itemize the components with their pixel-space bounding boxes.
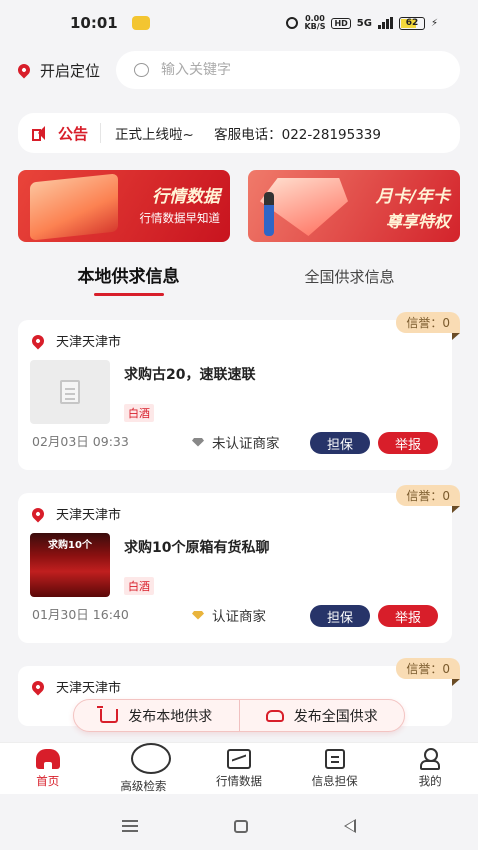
nav-label: 行情数据	[215, 773, 262, 788]
listing-city: 天津天津市	[29, 677, 122, 696]
publish-national-label: 发布全国供求	[293, 708, 378, 725]
announcement-label: 公告	[32, 123, 102, 143]
merchant-label: 未认证商家	[212, 436, 280, 452]
back-triangle-icon[interactable]	[344, 819, 356, 833]
search-icon	[131, 743, 172, 774]
publish-national-button[interactable]: 发布全国供求	[238, 700, 405, 731]
diamond-icon	[192, 437, 204, 447]
thumbnail-caption: 求购10个	[48, 540, 92, 551]
location-pin-icon	[15, 61, 33, 79]
status-icons: 0.00 KB/S HD 5G 62 ⚡	[286, 15, 438, 31]
charging-icon: ⚡	[430, 17, 438, 29]
location-pin-icon	[29, 332, 47, 349]
banner-subtitle: 行情数据早知道	[139, 211, 221, 225]
category-tag: 白酒	[124, 577, 154, 595]
network-type: 5G	[356, 17, 372, 29]
listing-date: 01月30日 16:40	[32, 607, 129, 622]
city-name: 天津天津市	[56, 335, 122, 350]
notification-emoji-icon	[131, 16, 150, 30]
bottom-navigation: 首页 高级检索 行情数据 信息担保 我的	[0, 742, 478, 794]
chart-icon	[226, 748, 251, 769]
nav-advanced-search[interactable]: 高级检索	[96, 743, 192, 794]
listing-card[interactable]: 信誉：0 天津天津市 求购古20，速联速联 白酒 02月03日 09:33 未认…	[18, 312, 460, 470]
tab-local[interactable]: 本地供求信息	[18, 262, 239, 298]
speed-unit: KB/S	[304, 22, 326, 31]
guarantee-button[interactable]: 担保	[310, 605, 370, 627]
nav-market-data[interactable]: 行情数据	[191, 743, 287, 794]
listing-thumbnail-placeholder[interactable]	[30, 360, 110, 424]
tab-national[interactable]: 全国供求信息	[239, 262, 460, 298]
home-icon	[35, 748, 60, 769]
person-illustration	[264, 192, 274, 236]
report-button[interactable]: 举报	[378, 432, 438, 454]
header: 开启定位	[15, 50, 460, 90]
publish-local-label: 发布本地供求	[128, 708, 213, 725]
nav-label: 高级检索	[120, 779, 167, 793]
service-phone-label: 客服电话：	[214, 127, 282, 143]
report-button[interactable]: 举报	[378, 605, 438, 627]
service-phone: 022-28195339	[281, 127, 381, 143]
home-square-icon[interactable]	[234, 819, 248, 833]
user-icon	[419, 748, 441, 770]
listing-city: 天津天津市	[29, 331, 122, 350]
cart-icon	[97, 705, 119, 723]
document-placeholder-icon	[60, 380, 80, 404]
document-icon	[324, 748, 345, 769]
gold-diamond-icon	[192, 610, 204, 620]
banner-title: 月卡/年卡	[375, 187, 450, 207]
recent-apps-icon[interactable]	[122, 820, 138, 832]
nav-info-guarantee[interactable]: 信息担保	[287, 743, 383, 794]
hd-badge: HD	[331, 17, 351, 29]
listing-city: 天津天津市	[29, 504, 122, 523]
banner-subtitle: 尊享特权	[385, 212, 450, 231]
location-pin-icon	[29, 678, 47, 695]
announcement-message: 正式上线啦~	[115, 127, 194, 143]
banner-title: 行情数据	[152, 187, 220, 207]
merchant-label: 认证商家	[212, 609, 266, 625]
alarm-icon	[286, 17, 299, 29]
status-bar: 10:01 0.00 KB/S HD 5G 62 ⚡	[0, 0, 478, 46]
location-label: 开启定位	[40, 61, 101, 80]
guarantee-button[interactable]: 担保	[310, 432, 370, 454]
chat-bubble-icon	[134, 63, 150, 77]
city-name: 天津天津市	[56, 681, 122, 696]
merchant-status: 认证商家	[192, 605, 266, 625]
banner-market-data[interactable]: 行情数据 行情数据早知道	[18, 170, 230, 242]
location-pin-icon	[29, 505, 47, 522]
publish-bar: 发布本地供求 发布全国供求	[73, 699, 405, 732]
announcement-bar[interactable]: 公告 正式上线啦~ 客服电话：022-28195339	[18, 113, 460, 153]
nav-label: 首页	[36, 773, 60, 788]
search-bar[interactable]	[116, 51, 460, 89]
handshake-icon	[265, 709, 284, 722]
supply-demand-tabs: 本地供求信息 全国供求信息	[18, 262, 460, 298]
location-button[interactable]: 开启定位	[15, 60, 101, 81]
nav-profile[interactable]: 我的	[382, 743, 478, 794]
city-name: 天津天津市	[56, 508, 122, 523]
system-navigation-bar	[0, 806, 478, 846]
nav-home[interactable]: 首页	[0, 743, 96, 794]
market-data-illustration	[30, 173, 118, 241]
banner-membership[interactable]: 月卡/年卡 尊享特权	[248, 170, 460, 242]
merchant-status: 未认证商家	[192, 432, 280, 452]
network-speed: 0.00 KB/S	[304, 15, 325, 31]
search-input[interactable]	[161, 62, 442, 78]
credit-badge: 信誉：0	[396, 658, 460, 686]
status-time: 10:01	[70, 14, 118, 32]
credit-badge: 信誉：0	[396, 312, 460, 340]
signal-icon	[377, 17, 393, 29]
publish-local-button[interactable]: 发布本地供求	[74, 700, 239, 731]
listing-title: 求购10个原箱有货私聊	[124, 540, 270, 556]
listing-card[interactable]: 信誉：0 天津天津市 求购10个 求购10个原箱有货私聊 白酒 01月30日 1…	[18, 485, 460, 643]
category-tag: 白酒	[124, 404, 154, 422]
battery-icon: 62	[398, 16, 425, 30]
announcement-title: 公告	[58, 124, 89, 143]
listing-date: 02月03日 09:33	[32, 434, 129, 449]
speaker-icon	[32, 126, 50, 141]
credit-badge: 信誉：0	[396, 485, 460, 513]
nav-label: 我的	[418, 774, 442, 788]
listing-title: 求购古20，速联速联	[124, 367, 256, 383]
announcement-text: 正式上线啦~ 客服电话：022-28195339	[115, 123, 381, 143]
listing-thumbnail-photo[interactable]: 求购10个	[30, 533, 110, 597]
nav-label: 信息担保	[311, 773, 358, 788]
